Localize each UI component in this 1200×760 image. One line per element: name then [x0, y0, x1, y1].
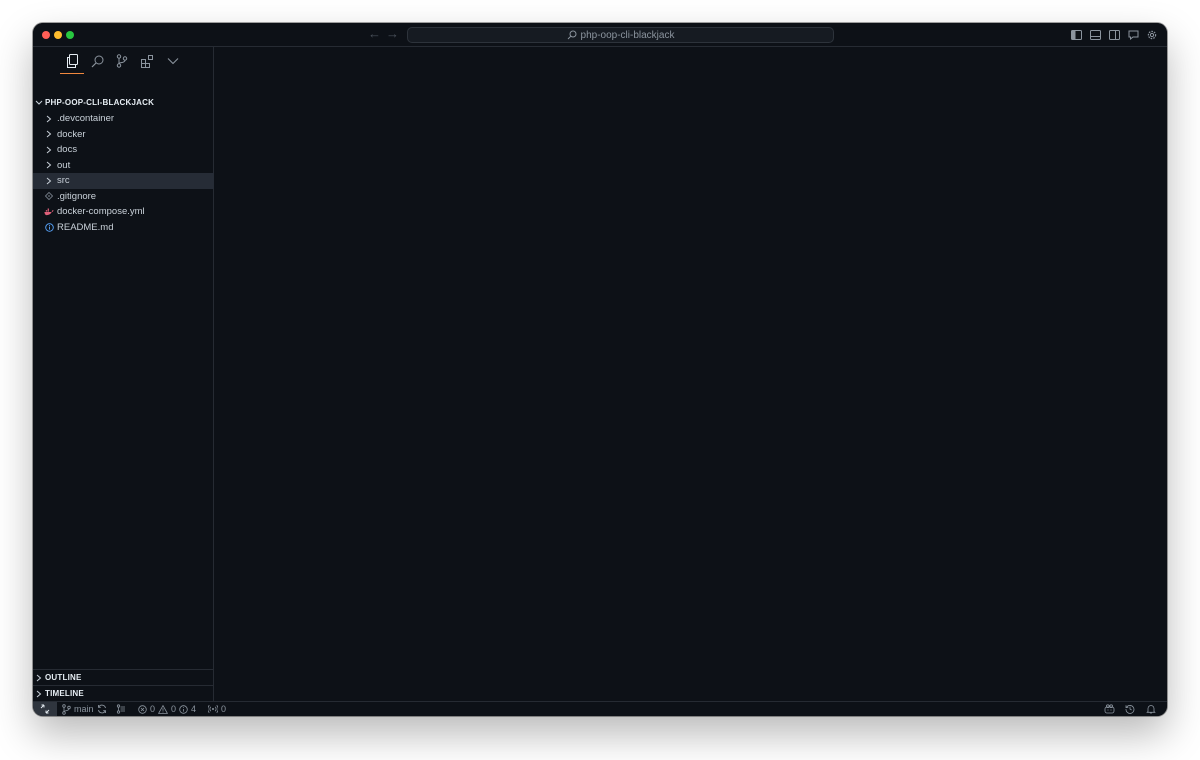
- git-file-icon: [44, 189, 54, 204]
- chevron-right-icon: [44, 173, 54, 188]
- sync-button[interactable]: [97, 702, 107, 716]
- settings-gear-icon[interactable]: [1145, 27, 1159, 43]
- copilot-icon[interactable]: [1102, 702, 1116, 716]
- chevron-down-icon: [33, 95, 45, 110]
- history-icon[interactable]: [1123, 702, 1137, 716]
- docker-file-icon: [44, 204, 54, 219]
- outline-label: OUTLINE: [45, 673, 82, 682]
- forward-arrow-icon[interactable]: →: [386, 26, 399, 42]
- ports-icon: [208, 705, 218, 713]
- tree-item-label: docker-compose.yml: [57, 206, 145, 218]
- editor-area[interactable]: [215, 47, 1167, 701]
- feedback-icon[interactable]: [1126, 27, 1140, 43]
- explorer-root-header[interactable]: PHP-OOP-CLI-BLACKJACK: [33, 95, 214, 110]
- tree-file-readme[interactable]: README.md: [33, 220, 214, 236]
- minimize-window-button[interactable]: [54, 31, 62, 39]
- tree-item-label: src: [57, 175, 70, 187]
- chevron-right-icon: [44, 142, 54, 157]
- info-icon: [179, 704, 188, 714]
- command-center-search[interactable]: php-oop-cli-blackjack: [407, 27, 834, 43]
- status-bar: main 0 0 4 0: [33, 701, 1167, 716]
- tree-item-label: .gitignore: [57, 190, 97, 202]
- ports-count: 0: [221, 704, 227, 714]
- error-icon: [138, 704, 147, 714]
- maximize-window-button[interactable]: [66, 31, 74, 39]
- search-icon: [567, 30, 577, 40]
- outline-panel-header[interactable]: OUTLINE: [33, 670, 214, 685]
- back-arrow-icon[interactable]: ←: [368, 26, 381, 42]
- primary-sidebar: PHP-OOP-CLI-BLACKJACK .devcontainer dock…: [33, 47, 214, 701]
- chevron-right-icon: [33, 686, 45, 701]
- problems-status-item[interactable]: 0 0 4: [138, 702, 196, 716]
- timeline-panel-header[interactable]: TIMELINE: [33, 686, 214, 701]
- tree-folder-out[interactable]: out: [33, 158, 214, 174]
- warning-icon: [158, 704, 169, 714]
- tree-item-label: README.md: [57, 221, 114, 233]
- chevron-right-icon: [44, 127, 54, 142]
- info-count: 4: [191, 704, 197, 714]
- notifications-icon[interactable]: [1144, 702, 1158, 716]
- tree-item-label: docs: [57, 144, 78, 156]
- info-file-icon: [44, 220, 54, 235]
- search-icon[interactable]: [88, 52, 106, 70]
- explorer-icon[interactable]: [63, 52, 81, 70]
- extensions-icon[interactable]: [138, 52, 156, 70]
- ports-status-item[interactable]: 0: [208, 702, 226, 716]
- git-graph-icon: [116, 704, 125, 714]
- activity-bar: [33, 47, 214, 75]
- toggle-primary-sidebar-icon[interactable]: [1069, 27, 1083, 43]
- tree-item-label: .devcontainer: [57, 113, 115, 125]
- remote-indicator-button[interactable]: [33, 702, 57, 716]
- error-count: 0: [150, 704, 156, 714]
- tree-file-gitignore[interactable]: .gitignore: [33, 189, 214, 205]
- tree-item-label: out: [57, 159, 71, 171]
- branch-name: main: [74, 704, 94, 714]
- tree-folder-devcontainer[interactable]: .devcontainer: [33, 111, 214, 127]
- chevron-right-icon: [44, 111, 54, 126]
- git-branch-icon: [62, 703, 71, 715]
- branch-status-item[interactable]: main: [62, 702, 94, 716]
- tree-folder-docker[interactable]: docker: [33, 127, 214, 143]
- chevron-right-icon: [44, 158, 54, 173]
- tree-folder-docs[interactable]: docs: [33, 142, 214, 158]
- chevron-down-icon[interactable]: [164, 52, 182, 70]
- timeline-label: TIMELINE: [45, 689, 84, 698]
- remote-icon: [40, 704, 50, 714]
- command-center-label: php-oop-cli-blackjack: [580, 29, 675, 41]
- toggle-secondary-sidebar-icon[interactable]: [1107, 27, 1121, 43]
- warning-count: 0: [171, 704, 177, 714]
- chevron-right-icon: [33, 670, 45, 685]
- sync-icon: [98, 704, 106, 714]
- explorer-root-label: PHP-OOP-CLI-BLACKJACK: [45, 98, 155, 107]
- tree-item-label: docker: [57, 128, 86, 140]
- toggle-panel-icon[interactable]: [1088, 27, 1102, 43]
- tree-folder-src[interactable]: src: [33, 173, 214, 189]
- title-bar: ← → php-oop-cli-blackjack: [33, 23, 1167, 47]
- close-window-button[interactable]: [42, 31, 50, 39]
- git-graph-button[interactable]: [116, 702, 126, 716]
- active-view-indicator: [60, 73, 84, 74]
- tree-file-docker-compose[interactable]: docker-compose.yml: [33, 204, 214, 220]
- vscode-window: ← → php-oop-cli-blackjack PHP-OOP-CLI-BL…: [33, 23, 1167, 716]
- source-control-icon[interactable]: [113, 52, 131, 70]
